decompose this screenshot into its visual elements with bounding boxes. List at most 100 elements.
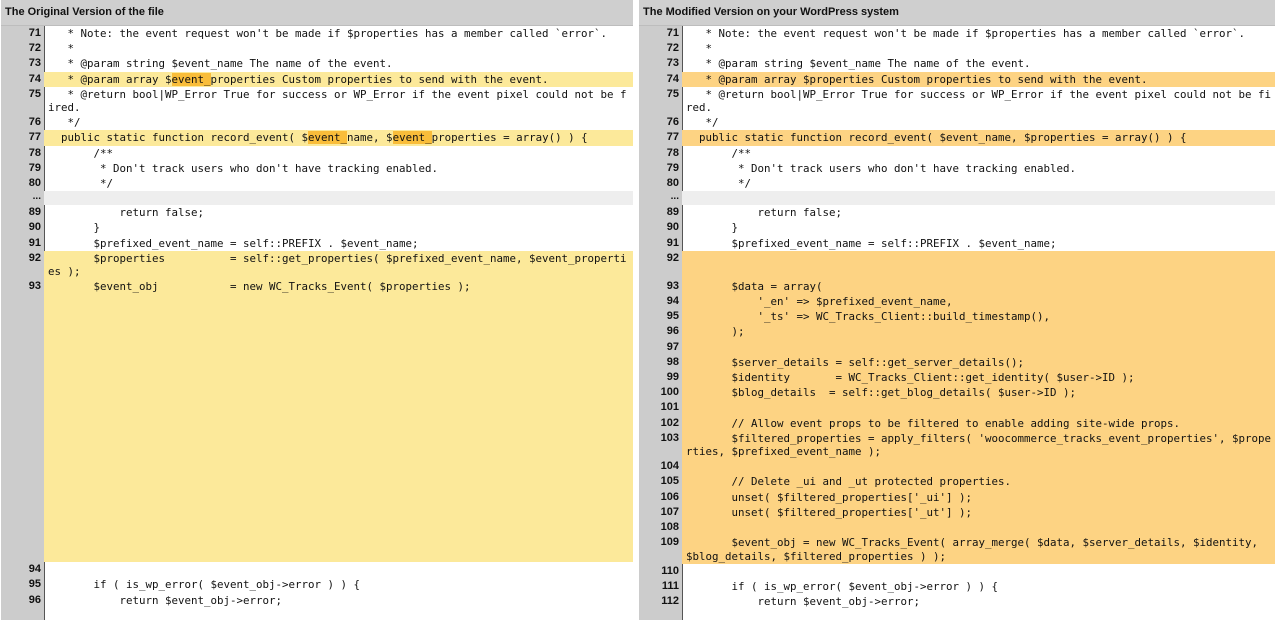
line-code — [682, 459, 1275, 475]
line-code: * @param string $event_name The name of … — [686, 57, 1031, 71]
code-line: 76 */ — [1, 115, 633, 130]
line-number: 89 — [28, 206, 41, 219]
line-number: 79 — [28, 161, 41, 174]
line-code: $data = array( — [682, 278, 1275, 295]
line-number: 80 — [666, 177, 679, 190]
code-line: 89 return false; — [1, 205, 633, 220]
line-code: * Don't track users who don't have track… — [686, 161, 1077, 175]
line-code: $event_obj = new WC_Tracks_Event( array_… — [682, 535, 1275, 564]
line-number: 101 — [660, 401, 679, 414]
line-code: public static function record_event( $ev… — [682, 130, 1275, 146]
line-code: */ — [48, 116, 81, 130]
line-number: 91 — [28, 236, 41, 249]
line-code: ); — [682, 324, 1275, 340]
line-number: 90 — [666, 221, 679, 234]
line-code: $identity = WC_Tracks_Client::get_identi… — [682, 370, 1275, 386]
line-code: /** — [686, 146, 752, 160]
original-code[interactable]: 71 * Note: the event request won't be ma… — [1, 26, 633, 620]
line-code: * Don't track users who don't have track… — [48, 161, 439, 175]
code-line: 72 * — [639, 41, 1275, 56]
line-code: } — [686, 221, 739, 235]
line-number: 112 — [661, 595, 679, 608]
code-line: 79 * Don't track users who don't have tr… — [1, 161, 633, 176]
code-line: 98 $server_details = self::get_server_de… — [639, 354, 1275, 371]
line-number: 71 — [28, 27, 41, 39]
code-line: 90 } — [639, 220, 1275, 235]
code-line: 80 */ — [639, 176, 1275, 191]
code-line: 96 ); — [639, 324, 1275, 340]
line-number: 97 — [666, 340, 679, 353]
code-line: 95 '_ts' => WC_Tracks_Client::build_time… — [639, 309, 1275, 325]
line-code: // Allow event props to be filtered to e… — [682, 415, 1275, 431]
code-line: 109 $event_obj = new WC_Tracks_Event( ar… — [639, 535, 1275, 564]
line-code — [682, 564, 1275, 579]
code-line: 110 — [639, 564, 1275, 579]
line-number: ... — [670, 191, 679, 203]
modified-pane-header: The Modified Version on your WordPress s… — [639, 0, 1275, 26]
line-code — [44, 191, 633, 206]
line-code: * @return bool|WP_Error True for success… — [686, 87, 1272, 115]
line-number: 75 — [28, 87, 41, 100]
line-number: 93 — [28, 280, 41, 293]
line-code: return $event_obj->error; — [48, 593, 283, 607]
code-line: 99 $identity = WC_Tracks_Client::get_ide… — [639, 370, 1275, 386]
line-number: 108 — [660, 521, 679, 534]
code-line: 74 * @param array $properties Custom pro… — [639, 71, 1275, 87]
line-code: */ — [686, 116, 719, 130]
collapsed-lines-marker: ... — [1, 191, 633, 206]
code-line: 108 — [639, 520, 1275, 536]
original-pane: The Original Version of the file 71 * No… — [1, 0, 633, 620]
code-line: 89 return false; — [639, 205, 1275, 220]
line-code — [682, 191, 1275, 206]
code-line: 96 return $event_obj->error; — [1, 593, 633, 608]
line-code — [682, 250, 1275, 279]
line-number: 104 — [660, 460, 679, 473]
line-code: unset( $filtered_properties['_ui'] ); — [682, 489, 1275, 505]
code-line: 75 * @return bool|WP_Error True for succ… — [1, 87, 633, 115]
code-line: 78 /** — [1, 146, 633, 161]
line-number: 96 — [28, 593, 41, 606]
line-number: 94 — [28, 563, 41, 576]
code-line: 91 $prefixed_event_name = self::PREFIX .… — [639, 236, 1275, 251]
code-line: 94 — [1, 562, 633, 577]
line-code: * @return bool|WP_Error True for success… — [48, 87, 627, 115]
line-code — [682, 520, 1275, 536]
line-code: '_en' => $prefixed_event_name, — [682, 294, 1275, 310]
line-number: 111 — [661, 579, 679, 592]
changed-word: event_ — [171, 72, 211, 86]
line-code: * — [686, 42, 713, 56]
code-line: 97 — [639, 339, 1275, 355]
code-line: 107 unset( $filtered_properties['_ut'] )… — [639, 504, 1275, 521]
line-number: 93 — [666, 279, 679, 292]
original-pane-header: The Original Version of the file — [1, 0, 633, 26]
line-code: $prefixed_event_name = self::PREFIX . $e… — [48, 236, 419, 250]
line-code: if ( is_wp_error( $event_obj->error ) ) … — [686, 579, 999, 593]
line-number: 96 — [666, 325, 679, 338]
line-code: $filtered_properties = apply_filters( 'w… — [682, 430, 1275, 460]
code-line: 106 unset( $filtered_properties['_ui'] )… — [639, 489, 1275, 505]
line-number: 92 — [28, 251, 41, 264]
code-line: 77 public static function record_event( … — [1, 130, 633, 146]
line-code — [682, 339, 1275, 355]
code-line: 71 * Note: the event request won't be ma… — [639, 26, 1275, 41]
line-number: ... — [32, 191, 41, 203]
line-code: return $event_obj->error; — [686, 595, 921, 609]
line-number: 98 — [666, 355, 679, 368]
line-code: // Delete _ui and _ut protected properti… — [682, 474, 1275, 490]
line-number: 92 — [666, 251, 679, 264]
line-number: 72 — [28, 42, 41, 55]
code-line: 94 '_en' => $prefixed_event_name, — [639, 294, 1275, 310]
code-line: 93 $event_obj = new WC_Tracks_Event( $pr… — [1, 279, 633, 563]
modified-code[interactable]: 71 * Note: the event request won't be ma… — [639, 26, 1275, 620]
line-number: 102 — [660, 416, 679, 429]
line-number: 74 — [28, 72, 41, 85]
code-line: 92 — [639, 250, 1275, 279]
changed-word: event_ — [392, 131, 432, 145]
code-line: 77 public static function record_event( … — [639, 130, 1275, 146]
line-number: 89 — [666, 206, 679, 219]
line-number: 110 — [661, 564, 679, 577]
line-code: * — [48, 42, 75, 56]
code-line: 90 } — [1, 220, 633, 235]
changed-word: event_ — [308, 131, 348, 145]
code-line: 80 */ — [1, 176, 633, 191]
